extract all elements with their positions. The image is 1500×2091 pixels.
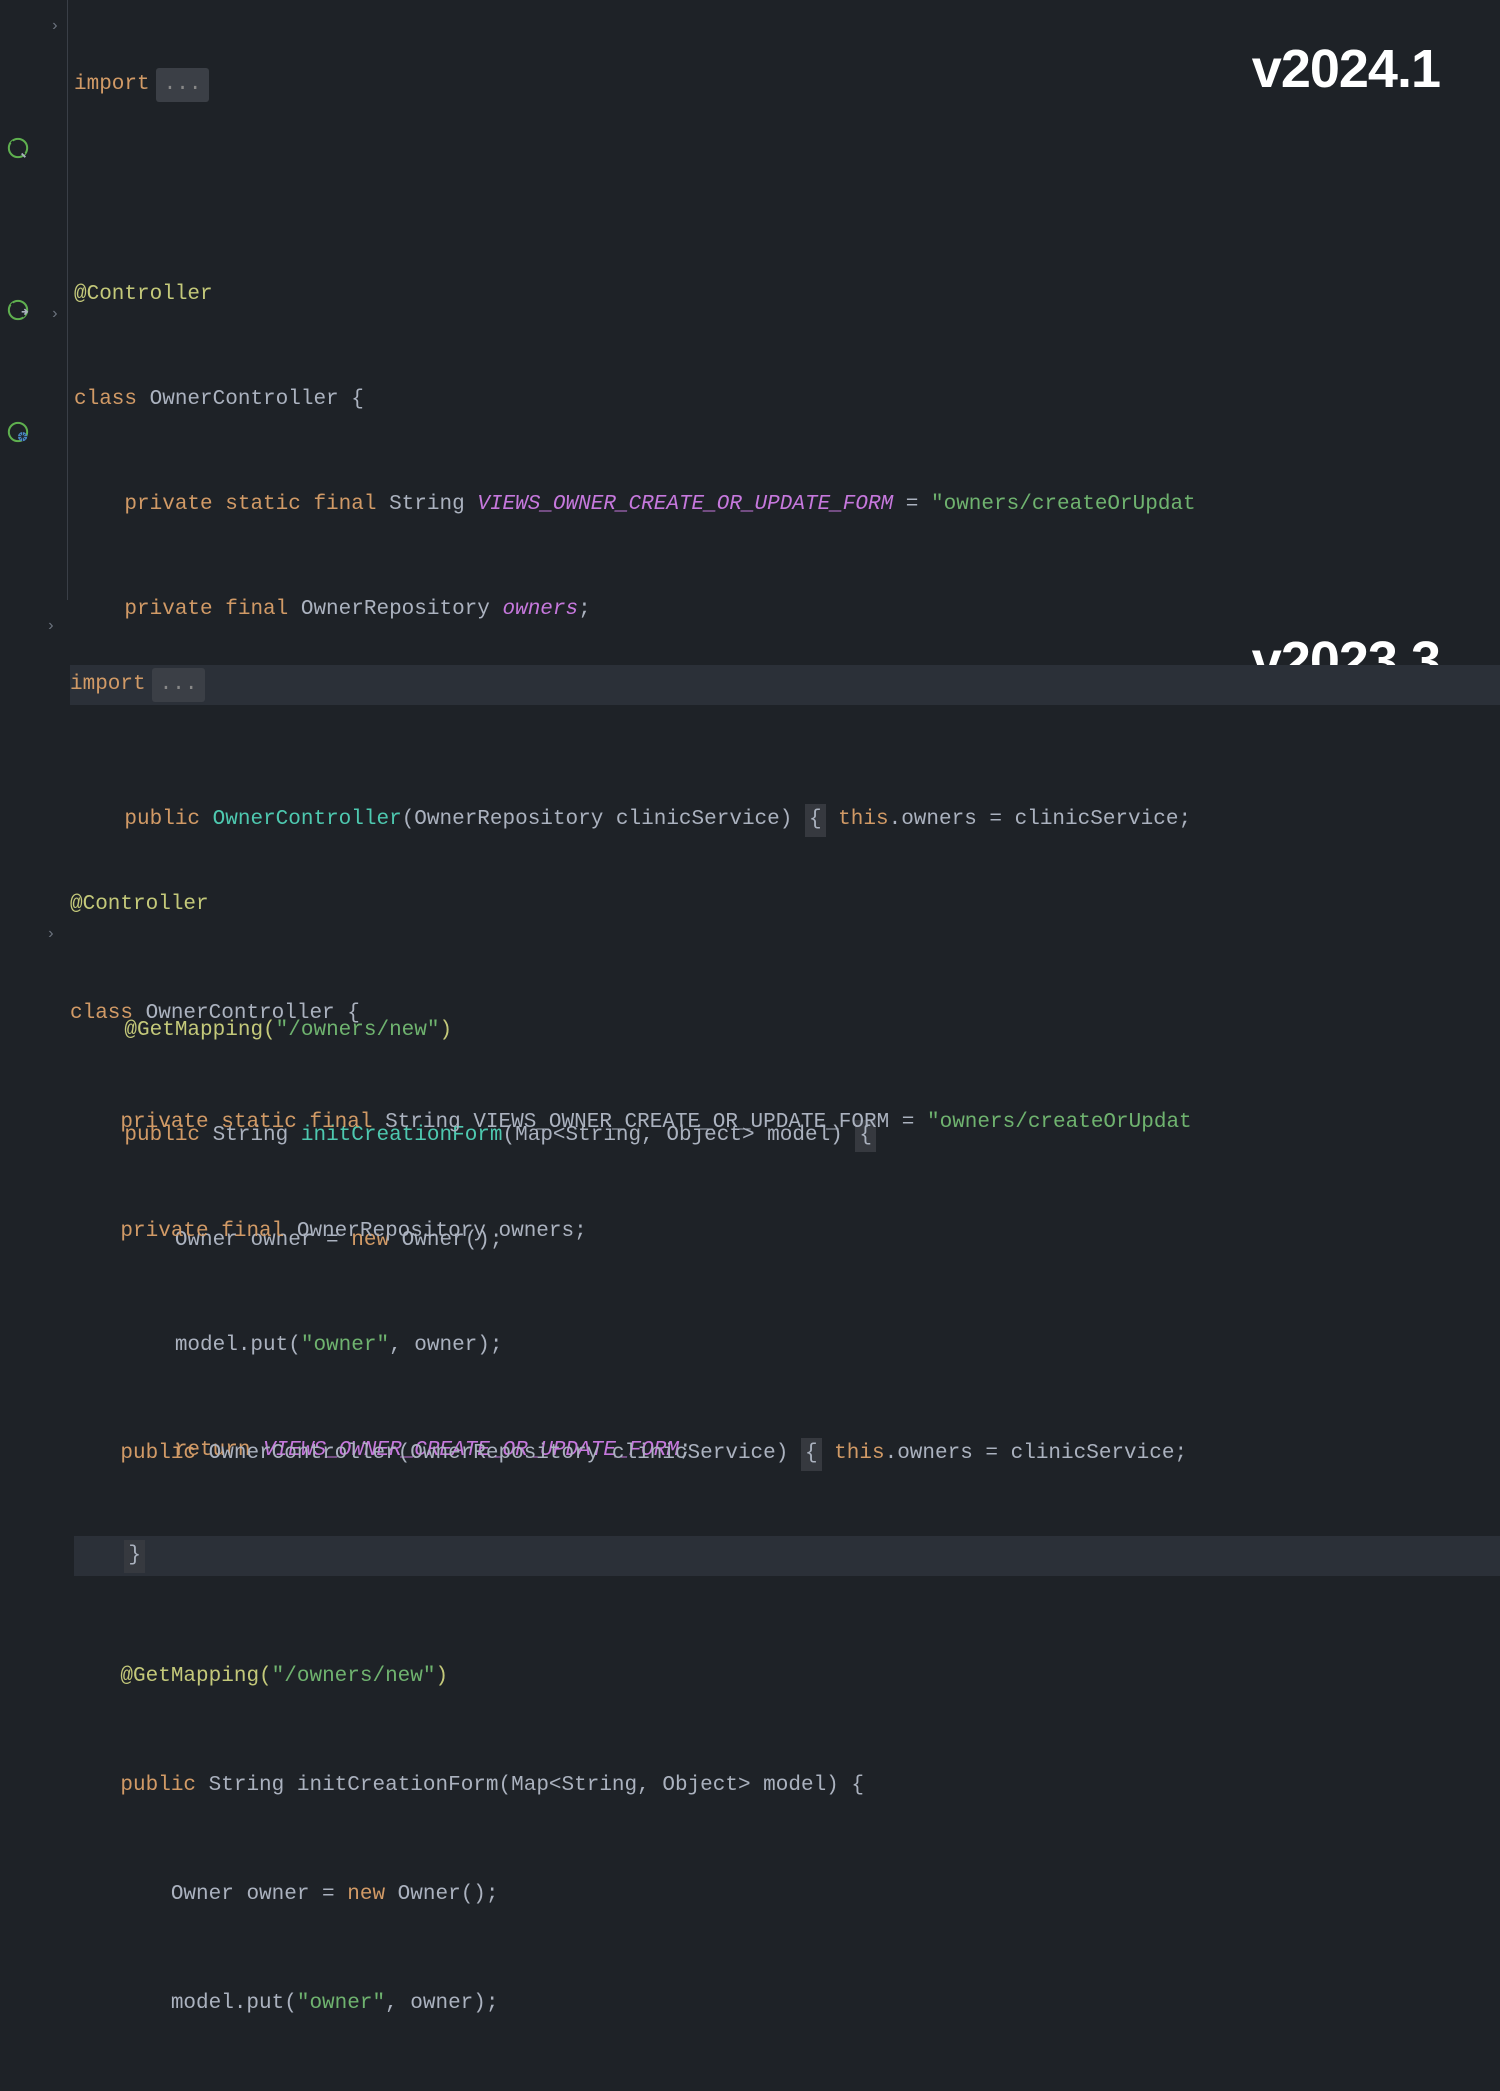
code-line[interactable] xyxy=(74,170,1500,210)
code-line[interactable]: private final OwnerRepository owners; xyxy=(70,1211,1500,1255)
editor-comparison: v2024.1 › › import... @Controller class … xyxy=(0,0,1500,1200)
code-line[interactable]: @Controller xyxy=(70,883,1500,927)
code-line[interactable]: private static final String VIEWS_OWNER_… xyxy=(74,485,1500,525)
code-line[interactable]: import... xyxy=(70,665,1500,705)
code-line[interactable]: public String initCreationForm(Map<Strin… xyxy=(70,1764,1500,1808)
gutter-top: › › xyxy=(0,0,68,600)
code-line[interactable]: import... xyxy=(74,65,1500,105)
code-line[interactable] xyxy=(70,1542,1500,1590)
fold-ellipsis[interactable]: ... xyxy=(152,668,206,703)
chevron-right-icon[interactable]: › xyxy=(50,302,60,327)
spring-web-icon[interactable] xyxy=(6,420,30,444)
chevron-right-icon[interactable]: › xyxy=(46,614,56,639)
editor-pane-top: v2024.1 › › import... @Controller class … xyxy=(0,0,1500,600)
code-line[interactable]: private static final String VIEWS_OWNER_… xyxy=(70,1101,1500,1145)
code-line[interactable]: @Controller xyxy=(74,275,1500,315)
code-line[interactable]: model.put("owner", owner); xyxy=(70,1982,1500,2026)
spring-bean-icon[interactable] xyxy=(6,136,30,160)
gutter-bottom: › › xyxy=(0,600,68,1200)
code-line[interactable]: class OwnerController { xyxy=(74,380,1500,420)
spring-autowired-icon[interactable] xyxy=(6,298,30,322)
code-line[interactable]: Owner owner = new Owner(); xyxy=(70,1873,1500,1917)
code-line[interactable]: @GetMapping("/owners/new") xyxy=(70,1655,1500,1699)
editor-pane-bottom: v2023.3 › › import... @Controller class … xyxy=(0,600,1500,1200)
code-line[interactable] xyxy=(70,770,1500,818)
chevron-right-icon[interactable]: › xyxy=(50,14,60,39)
code-line[interactable] xyxy=(70,1320,1500,1368)
chevron-right-icon[interactable]: › xyxy=(46,922,56,947)
fold-ellipsis[interactable]: ... xyxy=(156,68,210,103)
code-line[interactable]: public OwnerController(OwnerRepository c… xyxy=(70,1433,1500,1477)
code-area-bottom[interactable]: import... @Controller class OwnerControl… xyxy=(70,600,1500,2091)
code-line[interactable]: class OwnerController { xyxy=(70,992,1500,1036)
